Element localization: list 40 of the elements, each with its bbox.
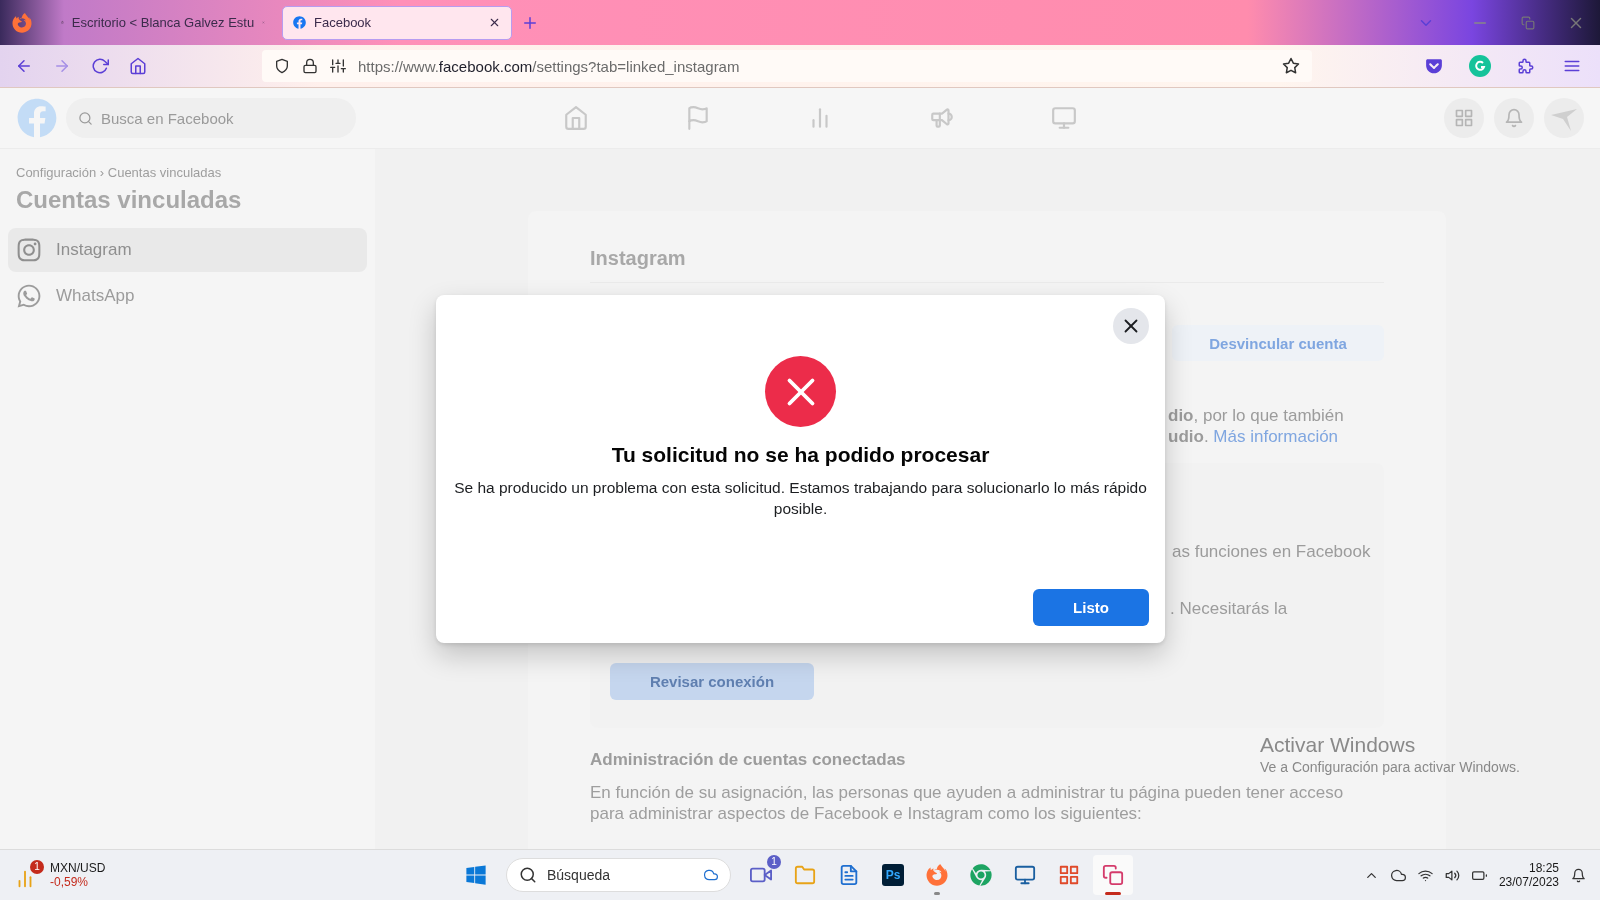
activation-text: Ve a Configuración para activar Windows.: [1260, 759, 1520, 775]
widget-change: -0,59%: [50, 875, 90, 889]
browser-tab[interactable]: Facebook: [282, 5, 512, 40]
section-title: Administración de cuentas conectadas: [590, 750, 906, 770]
note-text: udio.: [1168, 427, 1209, 446]
sidebar-item[interactable]: WhatsApp: [8, 274, 367, 318]
search-field[interactable]: Búsqueda: [506, 858, 731, 892]
notification-icon[interactable]: [1571, 867, 1586, 883]
search-field[interactable]: Busca en Facebook: [66, 98, 356, 138]
notification-badge: 1: [30, 860, 44, 874]
lock-icon: [302, 58, 318, 74]
cloud-icon: [704, 868, 718, 882]
facebook-icon: [293, 16, 306, 29]
note-text: dio, por lo que también: [1168, 406, 1344, 425]
activation-title: Activar Windows: [1260, 733, 1417, 757]
browser-tab[interactable]: Escritorio < Blanca Galvez Estu: [50, 5, 276, 40]
cloud-icon[interactable]: [1390, 867, 1406, 883]
breadcrumb: Configuración › Cuentas vinculadas: [16, 165, 223, 180]
done-button[interactable]: Listo: [1033, 589, 1149, 626]
section-text: En función de su asignación, las personas que ayuden a administrar tu página pueden tener acceso para administrar aspectos de Facebook e Instagram como los siguientes:: [590, 782, 1345, 824]
close-button[interactable]: [1113, 308, 1149, 344]
search-icon: [519, 866, 537, 884]
panel-text: . Necesitarás la: [1170, 599, 1288, 618]
section-title: Instagram: [590, 247, 1384, 283]
page-title: Cuentas vinculadas: [16, 186, 243, 214]
panel-text: as funciones en Facebook: [1172, 542, 1371, 561]
dialog-message: Se ha producido un problema con esta solicitud. Estamos trabajando para solucionarlo lo más rápido posible.: [453, 478, 1148, 519]
whatsapp-icon: [16, 283, 42, 309]
address-bar[interactable]: https://www.facebook.com/settings?tab=linked_instagram: [262, 50, 1312, 82]
review-button[interactable]: Revisar conexión: [610, 663, 814, 700]
wifi-icon[interactable]: [1417, 867, 1433, 883]
widget-title: MXN/USD: [50, 861, 106, 875]
clock[interactable]: 18:25 23/07/2023: [1498, 861, 1559, 889]
sidebar-item[interactable]: Instagram: [8, 228, 367, 272]
search-icon: [78, 110, 93, 126]
dialog-title: Tu solicitud no se ha podido procesar: [611, 443, 990, 467]
sliders-icon: [330, 58, 346, 74]
copy-icon[interactable]: [1093, 855, 1133, 895]
instagram-icon: [16, 237, 42, 263]
shield-icon: [274, 58, 290, 74]
